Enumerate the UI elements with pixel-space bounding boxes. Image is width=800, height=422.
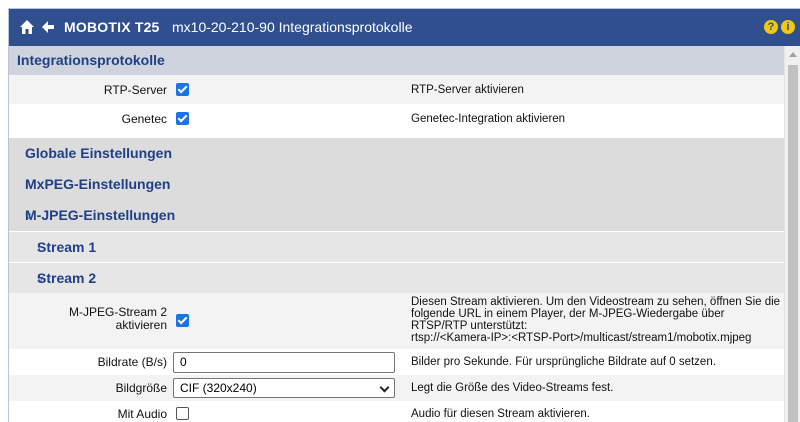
image-size-description: Legt die Größe des Video-Streams fest. [411, 382, 614, 394]
image-size-label: Bildgröße [115, 381, 167, 395]
section-title: Integrationsprotokolle [17, 52, 165, 68]
image-size-value: CIF (320x240) [180, 381, 257, 395]
stream-title: Stream 1 [37, 239, 97, 255]
genetec-checkbox[interactable] [176, 112, 189, 125]
stream2-enable-label: M-JPEG-Stream 2 aktivieren [68, 305, 167, 332]
group-global-settings[interactable]: ›Globale Einstellungen [9, 138, 784, 169]
stream2-enable-text: Diesen Stream aktivieren. Um den Videost… [411, 296, 781, 332]
scrollbar-thumb[interactable] [788, 65, 798, 422]
page-title: mx10-20-210-90 Integrationsprotokolle [172, 19, 413, 35]
bitrate-input[interactable]: 0 [173, 352, 395, 373]
rtp-server-description: RTP-Server aktivieren [411, 84, 524, 96]
chevron-down-icon: ˅ [37, 274, 44, 286]
rtp-server-checkbox[interactable] [176, 83, 189, 96]
genetec-description: Genetec-Integration aktivieren [411, 113, 566, 125]
group-mxpeg-settings[interactable]: ›MxPEG-Einstellungen [9, 169, 784, 200]
bitrate-description: Bilder pro Sekunde. Für ursprüngliche Bi… [411, 356, 716, 368]
group-title: Globale Einstellungen [25, 145, 173, 161]
app-frame: MOBOTIX T25 mx10-20-210-90 Integrationsp… [8, 8, 800, 422]
audio-label: Mit Audio [117, 407, 167, 421]
back-arrow-icon[interactable] [41, 20, 55, 34]
home-icon[interactable] [19, 19, 35, 35]
group-mjpeg-settings[interactable]: ˅M-JPEG-Einstellungen [9, 200, 784, 231]
stream2-url: rtsp://<Kamera-IP>:<RTSP-Port>/multicast… [411, 332, 752, 344]
setting-row-genetec: Genetec Genetec-Integration aktivieren [9, 104, 784, 133]
rtp-server-label: RTP-Server [103, 83, 167, 97]
setting-row-image-size: Bildgröße CIF (320x240) Legt die Größe d… [9, 375, 784, 401]
stream-2-header[interactable]: ˅Stream 2 [9, 263, 784, 293]
bitrate-label: Bildrate (B/s) [97, 355, 167, 369]
audio-checkbox[interactable] [176, 407, 189, 420]
stream-1-header[interactable]: ›Stream 1 [9, 232, 784, 262]
chevron-right-icon: › [37, 243, 41, 255]
stream2-enable-description: Diesen Stream aktivieren. Um den Videost… [411, 296, 781, 344]
setting-row-audio: Mit Audio Audio für diesen Stream aktivi… [9, 401, 784, 422]
help-icon[interactable]: ? [764, 20, 778, 34]
setting-row-stream2-enable: M-JPEG-Stream 2 aktivieren Diesen Stream… [9, 293, 784, 349]
chevron-down-icon: ˅ [25, 211, 32, 223]
title-bar: MOBOTIX T25 mx10-20-210-90 Integrationsp… [9, 9, 800, 46]
setting-row-bitrate: Bildrate (B/s) 0 Bilder pro Sekunde. Für… [9, 349, 784, 375]
info-icon[interactable]: i [781, 20, 795, 34]
image-size-select[interactable]: CIF (320x240) [173, 378, 395, 398]
setting-row-rtp-server: RTP-Server RTP-Server aktivieren [9, 75, 784, 104]
content-area: Integrationsprotokolle RTP-Server RTP-Se… [9, 46, 784, 422]
stream2-enable-checkbox[interactable] [176, 314, 189, 327]
chevron-right-icon: › [25, 180, 29, 192]
scroll-up-icon[interactable] [789, 52, 797, 57]
group-title: MxPEG-Einstellungen [25, 176, 171, 192]
group-title: M-JPEG-Einstellungen [25, 207, 176, 223]
audio-description: Audio für diesen Stream aktivieren. [411, 408, 590, 420]
vertical-scrollbar[interactable] [784, 46, 800, 422]
chevron-right-icon: › [25, 149, 29, 161]
section-header: Integrationsprotokolle [9, 46, 784, 75]
chevron-down-icon [379, 382, 390, 393]
brand-title: MOBOTIX T25 [64, 19, 160, 35]
genetec-label: Genetec [121, 112, 167, 126]
stream-title: Stream 2 [37, 270, 97, 286]
